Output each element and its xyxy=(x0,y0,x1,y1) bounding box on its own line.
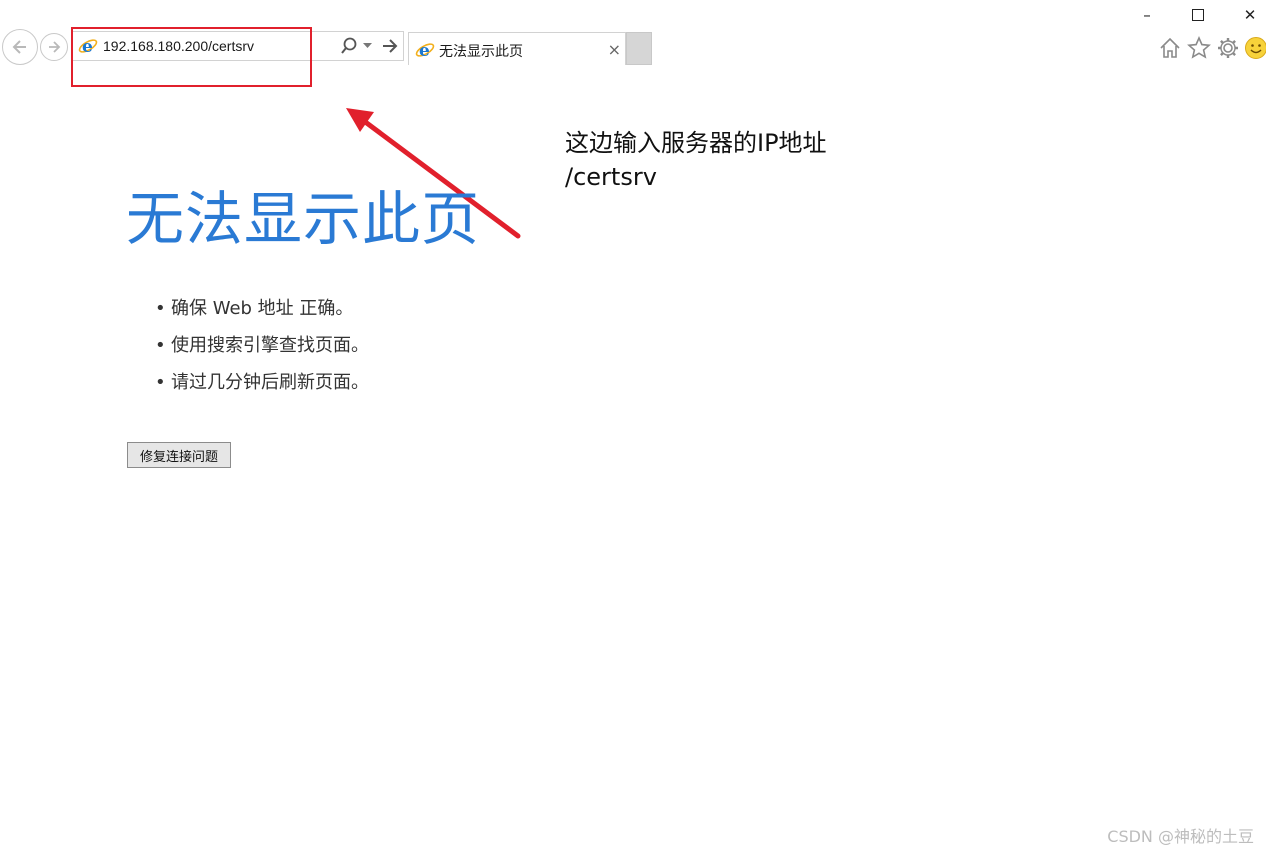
svg-text:e: e xyxy=(419,41,430,60)
svg-text:e: e xyxy=(82,37,93,56)
go-arrow-icon xyxy=(383,39,398,53)
back-button[interactable] xyxy=(2,29,38,65)
minimize-icon: – xyxy=(1143,6,1151,24)
suggestion-list: 确保 Web 地址 正确。 使用搜索引擎查找页面。 请过几分钟后刷新页面。 xyxy=(155,290,369,401)
list-item: 使用搜索引擎查找页面。 xyxy=(155,327,369,364)
search-button[interactable] xyxy=(341,37,357,55)
maximize-icon xyxy=(1192,9,1204,21)
list-item: 请过几分钟后刷新页面。 xyxy=(155,364,369,401)
forward-button[interactable] xyxy=(40,33,68,61)
back-arrow-icon xyxy=(12,40,26,54)
new-tab-button[interactable] xyxy=(626,32,652,65)
watermark: CSDN @神秘的土豆 xyxy=(1107,827,1254,846)
annotation-line-1: 这边输入服务器的IP地址 xyxy=(565,129,827,157)
search-dropdown-button[interactable] xyxy=(363,43,372,49)
browser-window: – ✕ e 192.168.180.200/certsrv e 无法显示此页 ×… xyxy=(0,0,1266,853)
annotation-line-2: /certsrv xyxy=(565,163,657,191)
star-icon xyxy=(1187,36,1211,59)
page-title: 无法显示此页 xyxy=(126,185,481,253)
maximize-button[interactable] xyxy=(1183,4,1213,26)
settings-button[interactable] xyxy=(1215,35,1241,61)
go-button[interactable] xyxy=(381,37,399,55)
minimize-button[interactable]: – xyxy=(1132,4,1162,26)
close-icon: ✕ xyxy=(1243,6,1257,24)
fix-connection-button[interactable]: 修复连接问题 xyxy=(127,442,231,468)
feedback-button[interactable] xyxy=(1243,35,1266,61)
list-item: 确保 Web 地址 正确。 xyxy=(155,290,369,327)
url-input[interactable] xyxy=(103,36,333,56)
address-bar: e xyxy=(72,31,404,61)
smiley-icon xyxy=(1245,37,1266,59)
home-button[interactable] xyxy=(1157,35,1183,61)
tab-close-button[interactable]: × xyxy=(608,40,621,59)
gear-icon xyxy=(1218,38,1238,58)
tab-current[interactable]: e 无法显示此页 × xyxy=(408,32,626,65)
tab-title: 无法显示此页 xyxy=(439,44,523,60)
ie-logo-icon: e xyxy=(415,41,435,60)
search-icon xyxy=(341,37,357,54)
ie-logo-icon: e xyxy=(78,37,98,56)
favorites-button[interactable] xyxy=(1186,35,1212,61)
annotation-text: 这边输入服务器的IP地址 /certsrv xyxy=(565,126,827,194)
home-icon xyxy=(1160,37,1180,58)
close-window-button[interactable]: ✕ xyxy=(1235,4,1265,26)
forward-arrow-icon xyxy=(49,41,61,53)
chevron-down-icon xyxy=(363,43,372,48)
